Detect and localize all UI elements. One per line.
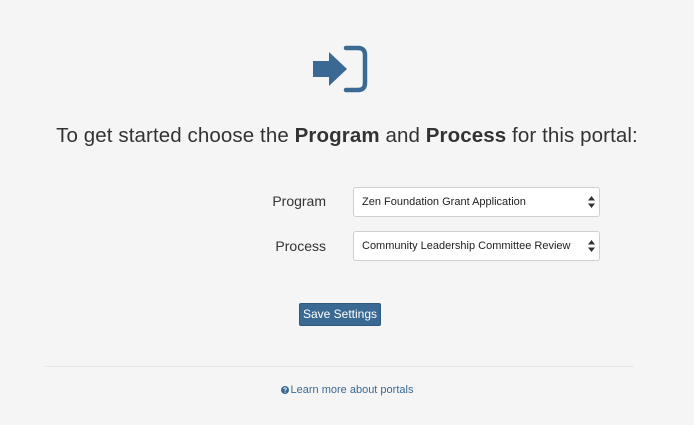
program-select-value: Zen Foundation Grant Application bbox=[362, 196, 526, 208]
heading-program: Program bbox=[294, 124, 380, 147]
heading-and: and bbox=[379, 124, 426, 147]
learn-more-row: Learn more about portals bbox=[0, 384, 694, 396]
select-arrows-icon bbox=[588, 240, 595, 252]
heading-suffix: for this portal: bbox=[506, 124, 638, 147]
portal-setup-page: To get started choose the Program and Pr… bbox=[0, 0, 694, 425]
process-select[interactable]: Community Leadership Committee Review bbox=[353, 231, 600, 261]
question-circle-icon bbox=[280, 386, 289, 394]
heading-process: Process bbox=[425, 124, 507, 147]
heading-prefix: To get started choose the bbox=[56, 124, 295, 147]
sign-in-icon bbox=[313, 45, 368, 93]
process-select-value: Community Leadership Committee Review bbox=[362, 240, 571, 252]
program-select[interactable]: Zen Foundation Grant Application bbox=[353, 187, 600, 217]
save-settings-button[interactable]: Save Settings bbox=[299, 303, 381, 326]
process-label: Process bbox=[275, 238, 326, 254]
program-label: Program bbox=[272, 193, 326, 209]
select-arrows-icon bbox=[588, 196, 595, 208]
learn-more-link[interactable]: Learn more about portals bbox=[280, 384, 414, 396]
page-heading: To get started choose the Program and Pr… bbox=[0, 124, 694, 148]
divider bbox=[45, 366, 634, 367]
learn-more-label: Learn more about portals bbox=[290, 384, 414, 396]
